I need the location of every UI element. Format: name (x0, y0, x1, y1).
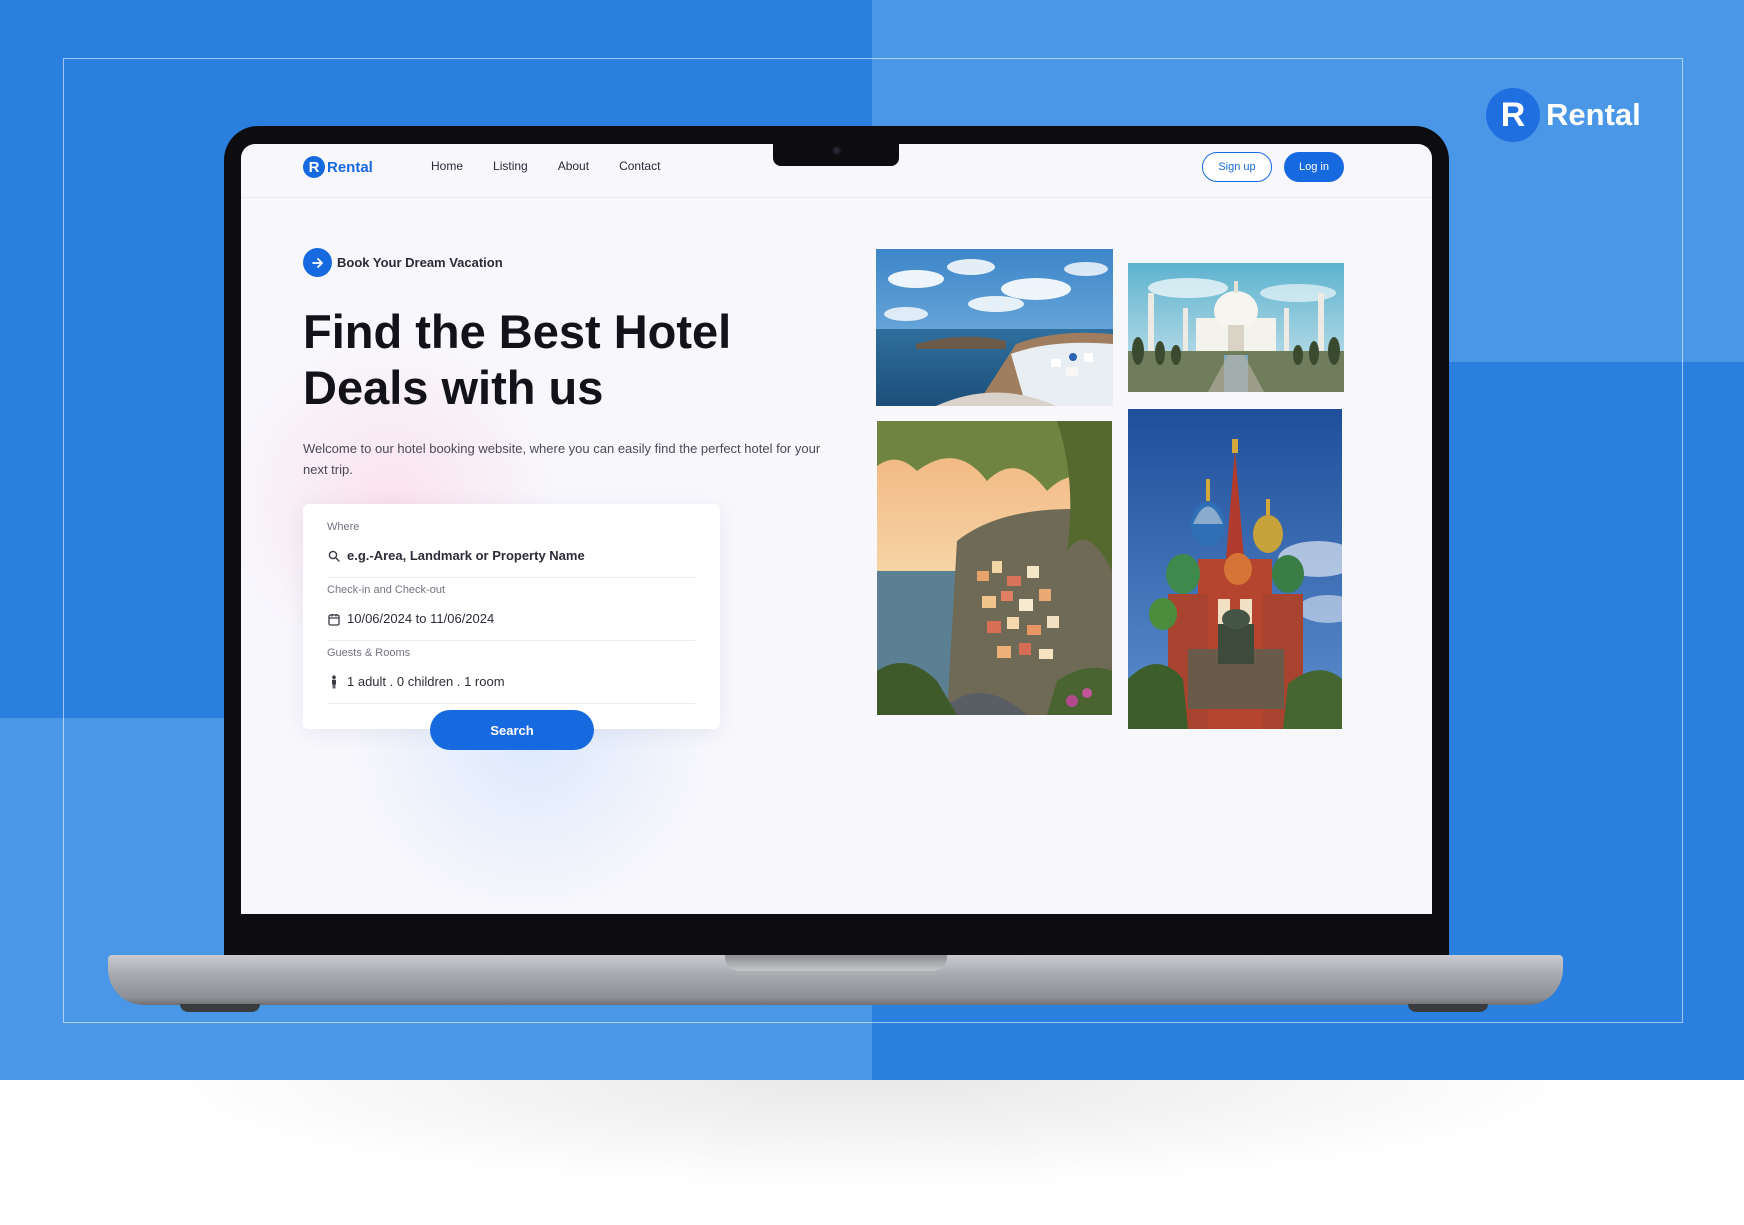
laptop-foot (180, 1004, 260, 1012)
photo-taj-mahal (1128, 263, 1344, 392)
photo-santorini (876, 249, 1113, 406)
laptop-opening-notch (725, 955, 947, 971)
guests-input[interactable]: 1 adult . 0 children . 1 room (347, 674, 505, 689)
laptop-foot (1408, 1004, 1488, 1012)
dates-label: Check-in and Check-out (327, 584, 446, 596)
arrow-right-icon (303, 248, 332, 277)
laptop-screen: R Rental Home Listing About Contact Sign… (241, 144, 1432, 914)
guests-label: Guests & Rooms (327, 647, 411, 659)
main-nav: Home Listing About Contact (431, 159, 660, 173)
stage: R Rental R Rental Home Listing About Con… (0, 0, 1744, 1225)
hero-title: Find the Best Hotel Deals with us (303, 305, 732, 414)
nav-listing[interactable]: Listing (493, 159, 528, 173)
search-button[interactable]: Search (430, 710, 594, 750)
tagline: Book Your Dream Vacation (303, 248, 503, 277)
logo-text: Rental (327, 158, 373, 176)
dates-input[interactable]: 10/06/2024 to 11/06/2024 (347, 611, 494, 626)
login-button[interactable]: Log in (1284, 152, 1344, 182)
camera-icon (832, 146, 841, 155)
person-icon (327, 674, 341, 690)
where-field[interactable]: Where e.g.-Area, Landmark or Property Na… (327, 516, 695, 578)
brand-logo-icon: R (1486, 88, 1540, 142)
photo-positano (877, 421, 1112, 715)
photo-st-basils-cathedral (1128, 409, 1342, 729)
search-card: Where e.g.-Area, Landmark or Property Na… (303, 504, 720, 729)
search-icon (327, 548, 341, 564)
guests-field[interactable]: Guests & Rooms 1 adult . 0 children . 1 … (327, 642, 695, 704)
corner-brand: R Rental (1486, 88, 1641, 142)
tagline-text: Book Your Dream Vacation (337, 255, 503, 270)
calendar-icon (327, 611, 341, 627)
where-label: Where (327, 521, 360, 533)
laptop-shadow (140, 1080, 1600, 1190)
where-input[interactable]: e.g.-Area, Landmark or Property Name (347, 548, 585, 563)
signup-button[interactable]: Sign up (1202, 152, 1272, 182)
brand-name: Rental (1546, 97, 1641, 132)
logo-icon: R (303, 156, 325, 178)
nav-contact[interactable]: Contact (619, 159, 660, 173)
nav-about[interactable]: About (558, 159, 589, 173)
dates-field[interactable]: Check-in and Check-out 10/06/2024 to 11/… (327, 579, 695, 641)
site-logo[interactable]: R Rental (303, 156, 373, 178)
nav-home[interactable]: Home (431, 159, 463, 173)
hero-description: Welcome to our hotel booking website, wh… (303, 441, 821, 477)
